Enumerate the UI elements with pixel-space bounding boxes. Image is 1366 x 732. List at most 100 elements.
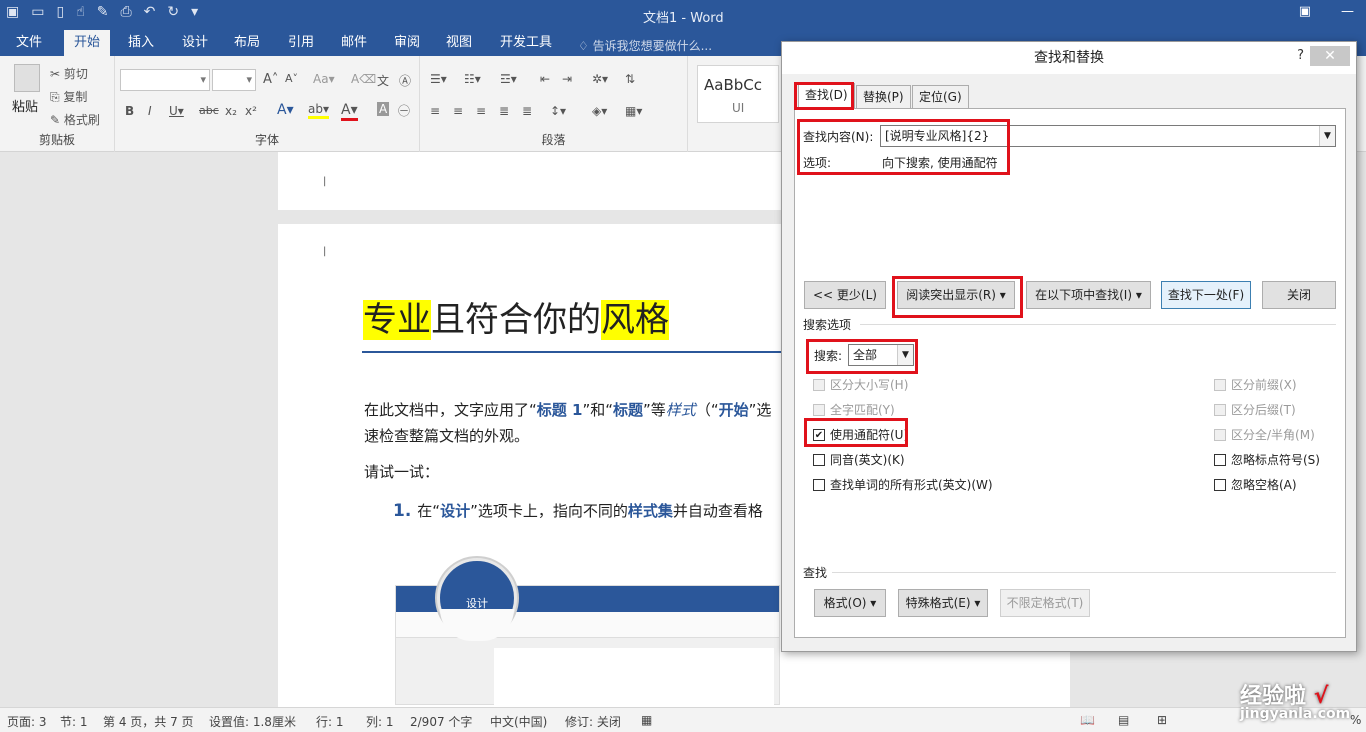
borders-icon[interactable]: ▦▾ <box>625 104 642 118</box>
paste-button[interactable]: 粘贴 <box>12 96 38 115</box>
ignore-space-checkbox[interactable]: 忽略空格(A) <box>1214 476 1297 493</box>
all-word-forms-checkbox[interactable]: 查找单词的所有形式(英文)(W) <box>813 476 993 493</box>
text-effects-icon[interactable]: A▾ <box>277 102 294 118</box>
status-track-changes[interactable]: 修订: 关闭 <box>565 713 621 730</box>
minimize-icon[interactable]: — <box>1341 4 1354 19</box>
font-size-combo[interactable]: ▾ <box>212 69 256 91</box>
no-formatting-button[interactable]: 不限定格式(T) <box>1000 589 1090 617</box>
status-language[interactable]: 中文(中国) <box>490 713 547 730</box>
numbered-item[interactable]: 1. 在“设计”选项卡上，指向不同的样式集并自动查看格 <box>393 500 763 521</box>
increase-indent-icon[interactable]: ⇥ <box>562 72 572 86</box>
close-button[interactable]: 关闭 <box>1262 281 1336 309</box>
body-paragraph-2[interactable]: 请试一试： <box>364 461 439 482</box>
sort-icon[interactable]: ⇅ <box>625 72 635 86</box>
tab-design[interactable]: 设计 <box>172 30 218 56</box>
print-preview-icon[interactable]: ⎙ <box>120 4 131 20</box>
style-gallery[interactable]: AaBbCc UI <box>697 65 779 123</box>
format-button[interactable]: 格式(O) ▾ <box>814 589 886 617</box>
status-page-count[interactable]: 第 4 页，共 7 页 <box>103 713 194 730</box>
tab-review[interactable]: 审阅 <box>384 30 430 56</box>
status-page[interactable]: 页面: 3 <box>7 713 47 730</box>
line-spacing-icon[interactable]: ↕▾ <box>550 104 566 118</box>
sounds-like-checkbox[interactable]: 同音(英文)(K) <box>813 451 905 468</box>
status-column[interactable]: 列: 1 <box>366 713 394 730</box>
status-word-count[interactable]: 2/907 个字 <box>410 713 472 730</box>
distributed-icon[interactable]: ≣ <box>522 104 532 118</box>
enclose-char-icon[interactable]: ㊀ <box>398 102 410 119</box>
status-position[interactable]: 设置值: 1.8厘米 <box>209 713 296 730</box>
font-color-icon[interactable]: A▾ <box>341 102 358 121</box>
redo-icon[interactable]: ↻ <box>167 4 179 20</box>
document-title[interactable]: 专业且符合你的风格 <box>363 292 669 341</box>
copy-button[interactable]: ⎘ 复制 <box>50 88 87 105</box>
cut-button[interactable]: ✂ 剪切 <box>50 65 88 82</box>
char-border-icon[interactable]: Ⓐ <box>399 72 411 89</box>
grow-font-icon[interactable]: A˄ <box>263 72 278 87</box>
match-case-checkbox[interactable]: 区分大小写(H) <box>813 376 908 393</box>
match-suffix-checkbox[interactable]: 区分后缀(T) <box>1214 401 1296 418</box>
shading-icon[interactable]: ◈▾ <box>592 104 607 118</box>
tab-home[interactable]: 开始 <box>64 30 111 56</box>
format-painter-icon[interactable]: ✎ <box>97 4 109 20</box>
macro-icon[interactable]: ▦ <box>641 713 652 727</box>
bold-icon[interactable]: B <box>125 104 134 118</box>
body-paragraph-1[interactable]: 在此文档中，文字应用了“标题 1”和“标题”等样式（“开始”选 <box>364 399 771 420</box>
open-icon[interactable]: ▭ <box>31 4 44 20</box>
read-mode-icon[interactable]: 📖 <box>1080 713 1095 727</box>
save-icon[interactable]: ▣ <box>6 4 19 20</box>
ribbon-display-icon[interactable]: ▣ <box>1299 4 1311 19</box>
multilevel-list-icon[interactable]: ☲▾ <box>500 72 517 86</box>
less-button[interactable]: << 更少(L) <box>804 281 886 309</box>
find-in-button[interactable]: 在以下项中查找(I) ▾ <box>1026 281 1151 309</box>
new-icon[interactable]: ▯ <box>56 4 64 20</box>
tab-developer[interactable]: 开发工具 <box>490 30 562 56</box>
use-wildcards-checkbox[interactable]: ✔ 使用通配符(U) <box>813 426 908 443</box>
help-icon[interactable]: ? <box>1297 48 1304 63</box>
tell-me-box[interactable]: ♢ 告诉我您想要做什么... <box>578 37 712 54</box>
numbering-icon[interactable]: ☷▾ <box>464 72 481 86</box>
special-button[interactable]: 特殊格式(E) ▾ <box>898 589 988 617</box>
highlight-color-icon[interactable]: ab▾ <box>308 102 329 119</box>
touch-mode-icon[interactable]: ☝ <box>76 4 85 20</box>
tab-file[interactable]: 文件 <box>6 30 52 56</box>
tab-layout[interactable]: 布局 <box>224 30 270 56</box>
underline-icon[interactable]: U▾ <box>169 104 184 118</box>
whole-word-checkbox[interactable]: 全字匹配(Y) <box>813 401 895 418</box>
decrease-indent-icon[interactable]: ⇤ <box>540 72 550 86</box>
shrink-font-icon[interactable]: A˅ <box>285 72 298 85</box>
search-direction-select[interactable]: 全部 ▼ <box>848 344 914 366</box>
body-paragraph-1-cont[interactable]: 速检查整篇文档的外观。 <box>364 425 529 446</box>
strikethrough-icon[interactable]: abc <box>199 104 219 117</box>
clear-format-icon[interactable]: A⌫ <box>351 72 376 86</box>
italic-icon[interactable]: I <box>148 104 152 118</box>
align-left-icon[interactable]: ≡ <box>430 104 440 118</box>
format-painter-button[interactable]: ✎ 格式刷 <box>50 111 100 128</box>
undo-icon[interactable]: ↶ <box>144 4 156 20</box>
chevron-down-icon[interactable]: ▼ <box>1319 126 1335 146</box>
align-right-icon[interactable]: ≡ <box>476 104 486 118</box>
align-center-icon[interactable]: ≡ <box>453 104 463 118</box>
find-next-button[interactable]: 查找下一处(F) <box>1161 281 1251 309</box>
tab-insert[interactable]: 插入 <box>118 30 164 56</box>
match-width-checkbox[interactable]: 区分全/半角(M) <box>1214 426 1315 443</box>
ignore-punctuation-checkbox[interactable]: 忽略标点符号(S) <box>1214 451 1320 468</box>
font-name-combo[interactable]: ▾ <box>120 69 210 91</box>
match-prefix-checkbox[interactable]: 区分前缀(X) <box>1214 376 1297 393</box>
tab-references[interactable]: 引用 <box>278 30 324 56</box>
reading-highlight-button[interactable]: 阅读突出显示(R) ▾ <box>897 281 1015 309</box>
char-shading-icon[interactable]: A <box>377 102 390 116</box>
zoom-level[interactable]: % <box>1350 713 1361 727</box>
status-section[interactable]: 节: 1 <box>60 713 88 730</box>
chevron-down-icon[interactable]: ▼ <box>897 345 913 365</box>
phonetic-guide-icon[interactable]: 文 <box>377 72 389 89</box>
status-line[interactable]: 行: 1 <box>316 713 344 730</box>
chinese-layout-icon[interactable]: ✲▾ <box>592 72 608 86</box>
tab-replace[interactable]: 替换(P) <box>856 85 911 109</box>
close-icon[interactable]: ✕ <box>1310 46 1350 66</box>
tab-find[interactable]: 查找(D) <box>798 83 855 109</box>
tab-goto[interactable]: 定位(G) <box>912 85 969 109</box>
customize-qat-icon[interactable]: ▾ <box>191 4 198 20</box>
subscript-icon[interactable]: x₂ <box>225 104 237 118</box>
tab-mailings[interactable]: 邮件 <box>331 30 377 56</box>
web-layout-icon[interactable]: ⊞ <box>1157 713 1167 727</box>
